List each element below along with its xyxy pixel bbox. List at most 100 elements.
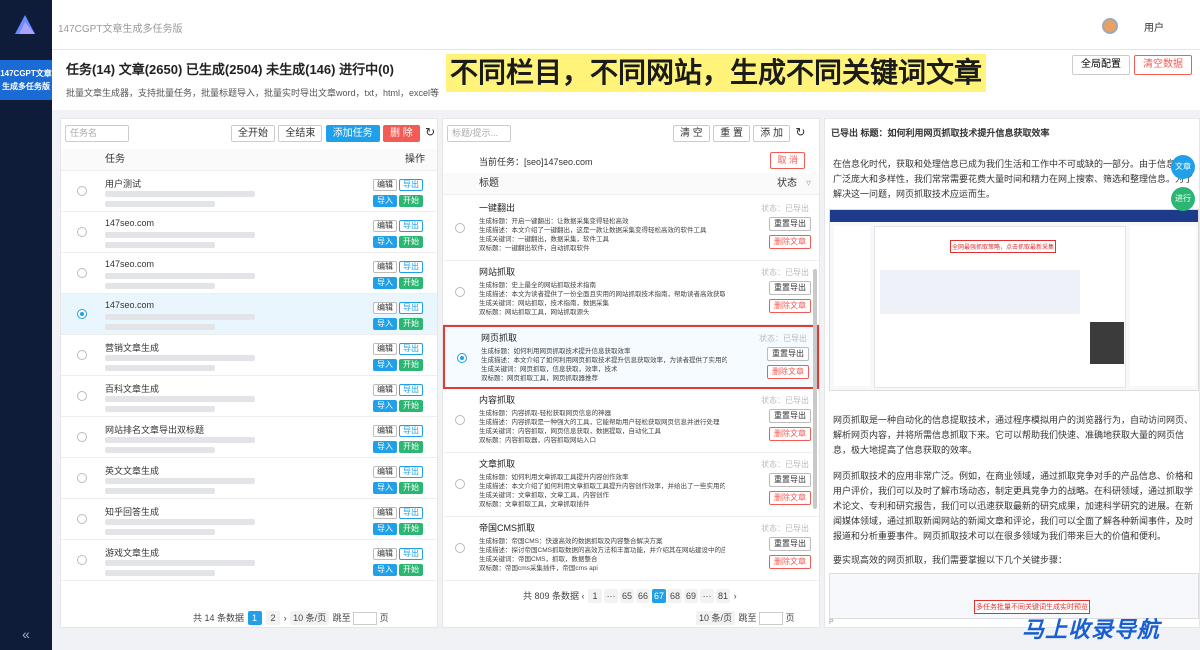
keyword-row[interactable]: 内容抓取 生成标题：内容抓取-轻松获取网页信息的神器 生成描述：内容抓取是一种强大的… bbox=[443, 389, 819, 453]
cancel-button[interactable]: 取 消 bbox=[770, 152, 805, 169]
task-row[interactable]: 营销文章生成 编辑 导出 导入 开始 bbox=[61, 335, 437, 376]
edit-button[interactable]: 编辑 bbox=[373, 220, 397, 232]
import-button[interactable]: 导入 bbox=[373, 482, 397, 494]
task-radio[interactable] bbox=[77, 391, 87, 401]
jump-input[interactable] bbox=[353, 612, 378, 626]
refresh-icon[interactable]: ↻ bbox=[423, 125, 437, 139]
import-button[interactable]: 导入 bbox=[373, 318, 397, 330]
task-radio[interactable] bbox=[77, 186, 87, 196]
keyword-search-input[interactable]: 标题/提示... bbox=[447, 125, 511, 142]
page-2[interactable]: 2 bbox=[266, 611, 281, 625]
page-1[interactable]: 1 bbox=[247, 611, 262, 625]
edit-button[interactable]: 编辑 bbox=[373, 302, 397, 314]
start-button[interactable]: 开始 bbox=[399, 441, 423, 453]
float-progress-button[interactable]: 进行 bbox=[1171, 187, 1195, 211]
edit-button[interactable]: 编辑 bbox=[373, 425, 397, 437]
export-button[interactable]: 导出 bbox=[399, 507, 423, 519]
delete-article-button[interactable]: 删除文章 bbox=[769, 555, 811, 569]
keyword-row[interactable]: 一键翻出 生成标题：开启一键翻出：让数据采集变得轻松高效 生成描述：本文介绍了一键翻… bbox=[443, 197, 819, 261]
export-button[interactable]: 导出 bbox=[399, 261, 423, 273]
task-radio[interactable] bbox=[77, 473, 87, 483]
task-radio[interactable] bbox=[77, 350, 87, 360]
clear-data-button[interactable]: 清空数据 bbox=[1134, 55, 1192, 75]
export-button[interactable]: 导出 bbox=[399, 302, 423, 314]
task-radio[interactable] bbox=[77, 268, 87, 278]
reset-export-button[interactable]: 重置导出 bbox=[769, 537, 811, 551]
export-button[interactable]: 导出 bbox=[399, 179, 423, 191]
import-button[interactable]: 导入 bbox=[373, 277, 397, 289]
keyword-row[interactable]: 网页抓取 生成标题：如何利用网页抓取技术提升信息获取效率 生成描述：本文介绍了如何利… bbox=[443, 325, 819, 389]
task-radio[interactable] bbox=[77, 309, 87, 319]
end-all-button[interactable]: 全结束 bbox=[278, 125, 323, 142]
task-row[interactable]: 147seo.com 编辑 导出 导入 开始 bbox=[61, 253, 437, 294]
start-button[interactable]: 开始 bbox=[399, 277, 423, 289]
task-row[interactable]: 147seo.com 编辑 导出 导入 开始 bbox=[61, 212, 437, 253]
collapse-sidebar-button[interactable]: « bbox=[0, 626, 52, 642]
edit-button[interactable]: 编辑 bbox=[373, 507, 397, 519]
delete-article-button[interactable]: 删除文章 bbox=[769, 235, 811, 249]
add-task-button[interactable]: 添加任务 bbox=[325, 125, 380, 142]
start-button[interactable]: 开始 bbox=[399, 195, 423, 207]
reset-export-button[interactable]: 重置导出 bbox=[769, 217, 811, 231]
prev-page-icon[interactable]: ‹ bbox=[582, 591, 585, 601]
global-config-button[interactable]: 全局配置 bbox=[1072, 55, 1130, 75]
keyword-row[interactable]: 帝国CMS抓取 生成标题：帝国CMS：快速高效的数据抓取及内容整合解决方案 生成描述… bbox=[443, 517, 819, 581]
keyword-page[interactable]: ··· bbox=[700, 589, 715, 603]
reset-export-button[interactable]: 重置导出 bbox=[769, 281, 811, 295]
delete-article-button[interactable]: 删除文章 bbox=[769, 299, 811, 313]
filter-icon[interactable]: ▿ bbox=[806, 173, 811, 195]
task-row[interactable]: 游戏文章生成 编辑 导出 导入 开始 bbox=[61, 540, 437, 581]
task-row[interactable]: 网站排名文章导出双标题 编辑 导出 导入 开始 bbox=[61, 417, 437, 458]
import-button[interactable]: 导入 bbox=[373, 564, 397, 576]
edit-button[interactable]: 编辑 bbox=[373, 384, 397, 396]
import-button[interactable]: 导入 bbox=[373, 236, 397, 248]
start-button[interactable]: 开始 bbox=[399, 523, 423, 535]
next-page-icon[interactable]: › bbox=[284, 613, 287, 623]
import-button[interactable]: 导入 bbox=[373, 523, 397, 535]
reset-export-button[interactable]: 重置导出 bbox=[769, 409, 811, 423]
reset-export-button[interactable]: 重置导出 bbox=[767, 347, 809, 361]
task-search-input[interactable]: 任务名 bbox=[65, 125, 129, 142]
keyword-page[interactable]: ··· bbox=[604, 589, 619, 603]
sidebar-item-article-generator[interactable]: 147CGPT文章 生成多任务版 bbox=[0, 60, 52, 100]
keyword-page[interactable]: 69 bbox=[684, 589, 699, 603]
start-button[interactable]: 开始 bbox=[399, 359, 423, 371]
edit-button[interactable]: 编辑 bbox=[373, 261, 397, 273]
task-row[interactable]: 用户测试 编辑 导出 导入 开始 bbox=[61, 171, 437, 212]
keyword-radio[interactable] bbox=[455, 415, 465, 425]
export-button[interactable]: 导出 bbox=[399, 466, 423, 478]
add-keyword-button[interactable]: 添 加 bbox=[753, 125, 791, 142]
export-button[interactable]: 导出 bbox=[399, 548, 423, 560]
task-row[interactable]: 英文文章生成 编辑 导出 导入 开始 bbox=[61, 458, 437, 499]
keyword-row[interactable]: 网站抓取 生成标题：史上最全的网站抓取技术指南 生成描述：本文为读者提供了一份全面且… bbox=[443, 261, 819, 325]
user-name[interactable]: 用户 bbox=[1144, 19, 1164, 34]
keyword-radio[interactable] bbox=[455, 223, 465, 233]
import-button[interactable]: 导入 bbox=[373, 400, 397, 412]
delete-task-button[interactable]: 删 除 bbox=[383, 125, 420, 142]
keyword-radio[interactable] bbox=[455, 479, 465, 489]
keyword-row[interactable]: 文章抓取 生成标题：如何利用文章抓取工具提升内容创作效率 生成描述：本文介绍了如何利… bbox=[443, 453, 819, 517]
export-button[interactable]: 导出 bbox=[399, 343, 423, 355]
task-row[interactable]: 百科文章生成 编辑 导出 导入 开始 bbox=[61, 376, 437, 417]
start-button[interactable]: 开始 bbox=[399, 236, 423, 248]
export-button[interactable]: 导出 bbox=[399, 220, 423, 232]
delete-article-button[interactable]: 删除文章 bbox=[769, 491, 811, 505]
reset-export-button[interactable]: 重置导出 bbox=[769, 473, 811, 487]
task-radio[interactable] bbox=[77, 555, 87, 565]
delete-article-button[interactable]: 删除文章 bbox=[769, 427, 811, 441]
float-article-button[interactable]: 文章 bbox=[1171, 155, 1195, 179]
export-button[interactable]: 导出 bbox=[399, 425, 423, 437]
page-size-select[interactable]: 10 条/页 bbox=[696, 611, 736, 625]
export-button[interactable]: 导出 bbox=[399, 384, 423, 396]
import-button[interactable]: 导入 bbox=[373, 359, 397, 371]
edit-button[interactable]: 编辑 bbox=[373, 179, 397, 191]
keyword-page[interactable]: 81 bbox=[716, 589, 731, 603]
task-row[interactable]: 知乎回答生成 编辑 导出 导入 开始 bbox=[61, 499, 437, 540]
task-radio[interactable] bbox=[77, 432, 87, 442]
start-button[interactable]: 开始 bbox=[399, 400, 423, 412]
keyword-page[interactable]: 68 bbox=[668, 589, 683, 603]
keyword-radio[interactable] bbox=[455, 287, 465, 297]
task-row[interactable]: 147seo.com 编辑 导出 导入 开始 bbox=[61, 294, 437, 335]
start-all-button[interactable]: 全开始 bbox=[231, 125, 275, 142]
keyword-page[interactable]: 1 bbox=[588, 589, 603, 603]
